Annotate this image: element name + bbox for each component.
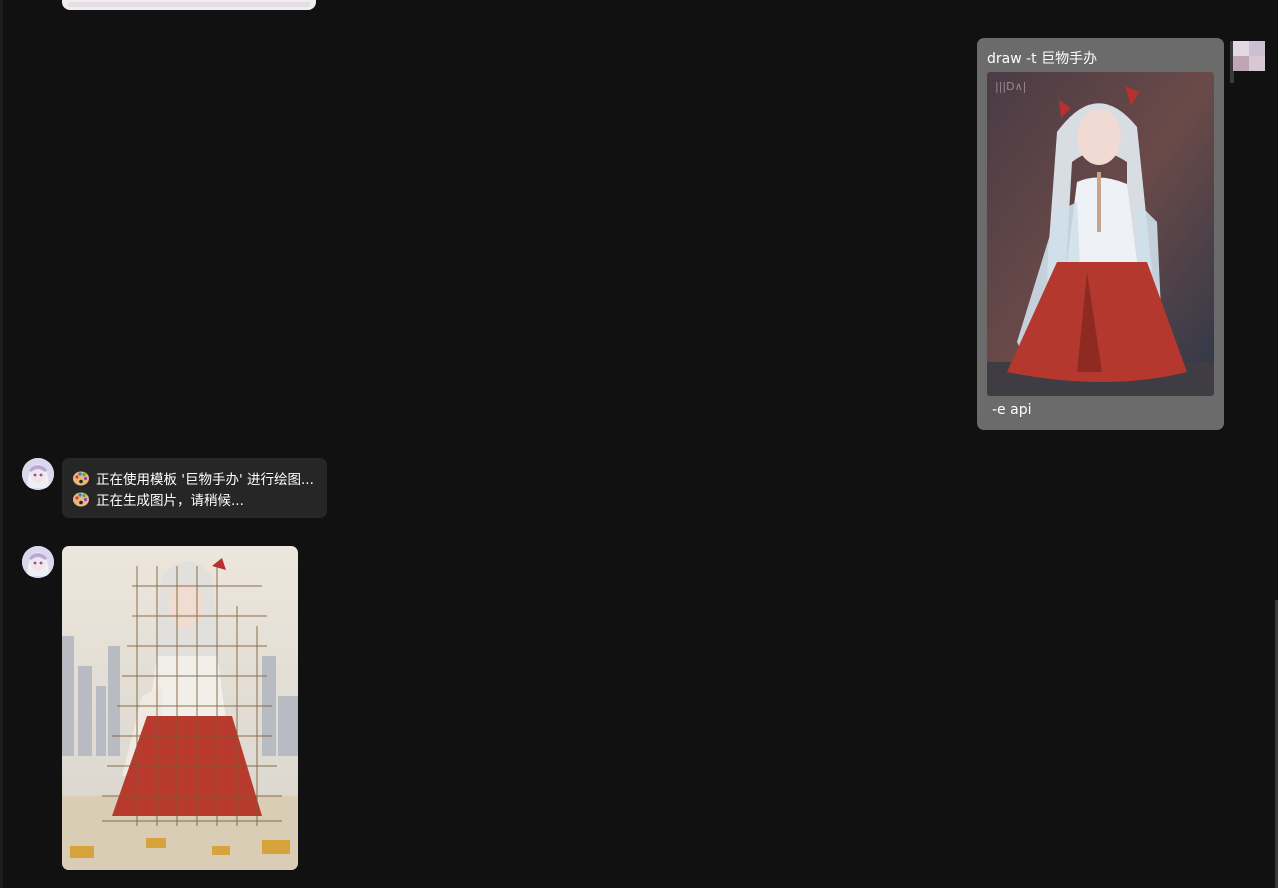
svg-text:|||D∧|: |||D∧| — [995, 80, 1026, 93]
bot-avatar[interactable] — [22, 458, 54, 490]
giant-figure-scaffolding-image-icon — [62, 546, 298, 870]
previous-message-bubble — [62, 0, 316, 10]
status-line-text: 正在使用模板 '巨物手办' 进行绘图... — [96, 471, 314, 488]
anime-girl-illustration-icon: |||D∧| — [987, 72, 1214, 396]
generated-image[interactable] — [62, 546, 298, 870]
user-extra-args: -e api — [992, 402, 1032, 418]
user-avatar[interactable] — [1233, 41, 1265, 71]
palette-icon — [73, 471, 89, 485]
user-command-text: draw -t 巨物手办 — [987, 51, 1098, 67]
palette-icon — [73, 492, 89, 506]
status-line: 正在使用模板 '巨物手办' 进行绘图... — [72, 467, 317, 488]
status-line: 正在生成图片，请稍候... — [72, 488, 317, 509]
status-line-text: 正在生成图片，请稍候... — [96, 492, 244, 509]
left-rail — [0, 0, 3, 888]
bot-avatar-icon — [22, 546, 54, 578]
bot-status-bubble: 正在使用模板 '巨物手办' 进行绘图... 正在生成图片，请稍候... — [62, 458, 327, 518]
bot-avatar[interactable] — [22, 546, 54, 578]
user-attached-image[interactable]: |||D∧| — [987, 72, 1214, 396]
pixelated-avatar-icon — [1233, 41, 1265, 71]
user-message-bubble: draw -t 巨物手办 |||D∧| -e api — [977, 38, 1224, 430]
bot-avatar-icon — [22, 458, 54, 490]
